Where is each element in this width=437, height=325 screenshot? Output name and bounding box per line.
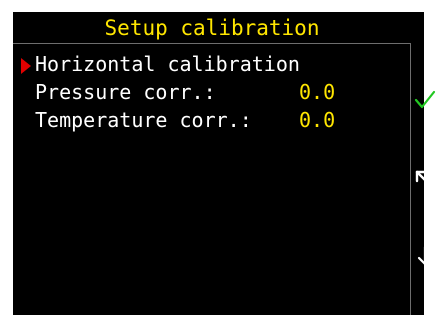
menu-item-horizontal-calibration[interactable]: Horizontal calibration (13, 52, 411, 76)
menu-item-label: Temperature corr.: (35, 108, 252, 132)
menu-item-temperature-correction[interactable]: Temperature corr.: 0.0 (13, 108, 411, 132)
pressure-correction-value: 0.0 (299, 80, 336, 104)
selection-cursor-icon (21, 58, 31, 74)
arrow-down-icon[interactable] (414, 245, 436, 267)
menu-item-label: Pressure corr.: (35, 80, 216, 104)
menu-item-pressure-correction[interactable]: Pressure corr.: 0.0 (13, 80, 411, 104)
device-screen: Setup calibration Horizontal calibration… (13, 12, 436, 315)
temperature-correction-value: 0.0 (299, 108, 336, 132)
check-icon[interactable] (414, 89, 436, 111)
screen-title: Setup calibration (13, 12, 411, 44)
menu-item-label: Horizontal calibration (35, 52, 300, 76)
arrow-up-left-icon[interactable] (414, 169, 436, 191)
